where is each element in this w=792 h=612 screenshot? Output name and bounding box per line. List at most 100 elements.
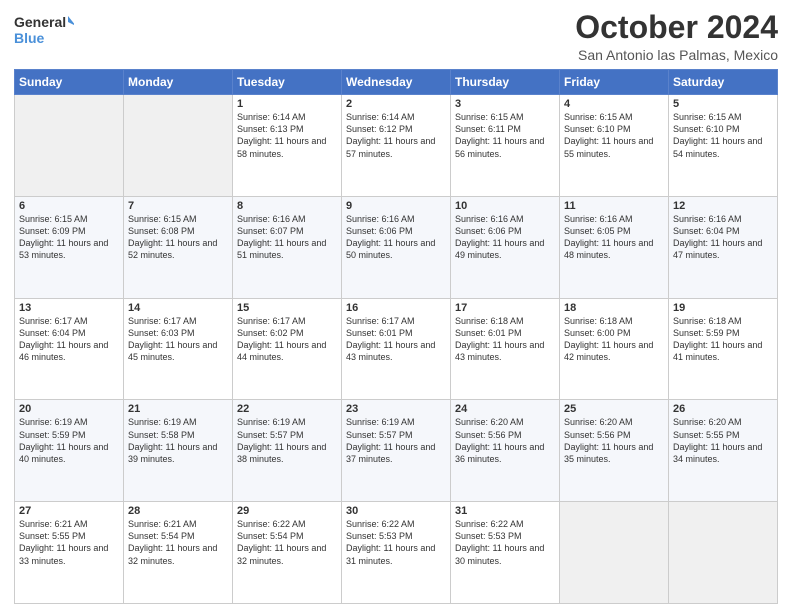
header-row: Sunday Monday Tuesday Wednesday Thursday…: [15, 70, 778, 95]
calendar-cell: 14 Sunrise: 6:17 AM Sunset: 6:03 PM Dayl…: [124, 298, 233, 400]
header: General Blue October 2024 San Antonio la…: [14, 10, 778, 63]
cell-info: Sunrise: 6:22 AM Sunset: 5:53 PM Dayligh…: [455, 518, 555, 567]
calendar-cell: 18 Sunrise: 6:18 AM Sunset: 6:00 PM Dayl…: [560, 298, 669, 400]
calendar-cell: 29 Sunrise: 6:22 AM Sunset: 5:54 PM Dayl…: [233, 502, 342, 604]
day-number: 9: [346, 200, 446, 212]
calendar-cell: 30 Sunrise: 6:22 AM Sunset: 5:53 PM Dayl…: [342, 502, 451, 604]
day-number: 12: [673, 200, 773, 212]
calendar-cell: 13 Sunrise: 6:17 AM Sunset: 6:04 PM Dayl…: [15, 298, 124, 400]
day-number: 29: [237, 505, 337, 517]
calendar-cell: [669, 502, 778, 604]
cell-info: Sunrise: 6:15 AM Sunset: 6:08 PM Dayligh…: [128, 213, 228, 262]
calendar-cell: 23 Sunrise: 6:19 AM Sunset: 5:57 PM Dayl…: [342, 400, 451, 502]
calendar-cell: [560, 502, 669, 604]
cell-info: Sunrise: 6:18 AM Sunset: 5:59 PM Dayligh…: [673, 315, 773, 364]
calendar-cell: 21 Sunrise: 6:19 AM Sunset: 5:58 PM Dayl…: [124, 400, 233, 502]
svg-text:General: General: [14, 14, 66, 30]
day-number: 4: [564, 98, 664, 110]
calendar-cell: 25 Sunrise: 6:20 AM Sunset: 5:56 PM Dayl…: [560, 400, 669, 502]
calendar-cell: 24 Sunrise: 6:20 AM Sunset: 5:56 PM Dayl…: [451, 400, 560, 502]
calendar-week-2: 6 Sunrise: 6:15 AM Sunset: 6:09 PM Dayli…: [15, 196, 778, 298]
col-friday: Friday: [560, 70, 669, 95]
day-number: 6: [19, 200, 119, 212]
cell-info: Sunrise: 6:14 AM Sunset: 6:12 PM Dayligh…: [346, 111, 446, 160]
day-number: 13: [19, 302, 119, 314]
cell-info: Sunrise: 6:19 AM Sunset: 5:57 PM Dayligh…: [346, 416, 446, 465]
cell-info: Sunrise: 6:16 AM Sunset: 6:06 PM Dayligh…: [346, 213, 446, 262]
cell-info: Sunrise: 6:16 AM Sunset: 6:04 PM Dayligh…: [673, 213, 773, 262]
day-number: 8: [237, 200, 337, 212]
svg-text:Blue: Blue: [14, 30, 45, 46]
cell-info: Sunrise: 6:18 AM Sunset: 6:01 PM Dayligh…: [455, 315, 555, 364]
cell-info: Sunrise: 6:20 AM Sunset: 5:56 PM Dayligh…: [455, 416, 555, 465]
calendar-cell: 27 Sunrise: 6:21 AM Sunset: 5:55 PM Dayl…: [15, 502, 124, 604]
logo: General Blue: [14, 10, 74, 48]
day-number: 19: [673, 302, 773, 314]
calendar-cell: 15 Sunrise: 6:17 AM Sunset: 6:02 PM Dayl…: [233, 298, 342, 400]
day-number: 5: [673, 98, 773, 110]
location: San Antonio las Palmas, Mexico: [575, 47, 778, 63]
cell-info: Sunrise: 6:19 AM Sunset: 5:58 PM Dayligh…: [128, 416, 228, 465]
day-number: 14: [128, 302, 228, 314]
page: General Blue October 2024 San Antonio la…: [0, 0, 792, 612]
day-number: 11: [564, 200, 664, 212]
cell-info: Sunrise: 6:20 AM Sunset: 5:55 PM Dayligh…: [673, 416, 773, 465]
logo-svg: General Blue: [14, 10, 74, 48]
calendar-table: Sunday Monday Tuesday Wednesday Thursday…: [14, 69, 778, 604]
calendar-cell: 2 Sunrise: 6:14 AM Sunset: 6:12 PM Dayli…: [342, 95, 451, 197]
calendar-cell: 22 Sunrise: 6:19 AM Sunset: 5:57 PM Dayl…: [233, 400, 342, 502]
day-number: 10: [455, 200, 555, 212]
day-number: 25: [564, 403, 664, 415]
day-number: 28: [128, 505, 228, 517]
cell-info: Sunrise: 6:21 AM Sunset: 5:55 PM Dayligh…: [19, 518, 119, 567]
calendar-cell: 8 Sunrise: 6:16 AM Sunset: 6:07 PM Dayli…: [233, 196, 342, 298]
calendar-cell: 16 Sunrise: 6:17 AM Sunset: 6:01 PM Dayl…: [342, 298, 451, 400]
col-sunday: Sunday: [15, 70, 124, 95]
calendar-cell: [15, 95, 124, 197]
cell-info: Sunrise: 6:17 AM Sunset: 6:04 PM Dayligh…: [19, 315, 119, 364]
cell-info: Sunrise: 6:15 AM Sunset: 6:11 PM Dayligh…: [455, 111, 555, 160]
cell-info: Sunrise: 6:15 AM Sunset: 6:09 PM Dayligh…: [19, 213, 119, 262]
cell-info: Sunrise: 6:21 AM Sunset: 5:54 PM Dayligh…: [128, 518, 228, 567]
calendar-cell: 20 Sunrise: 6:19 AM Sunset: 5:59 PM Dayl…: [15, 400, 124, 502]
calendar-cell: 26 Sunrise: 6:20 AM Sunset: 5:55 PM Dayl…: [669, 400, 778, 502]
calendar-cell: 10 Sunrise: 6:16 AM Sunset: 6:06 PM Dayl…: [451, 196, 560, 298]
calendar-cell: [124, 95, 233, 197]
calendar-cell: 17 Sunrise: 6:18 AM Sunset: 6:01 PM Dayl…: [451, 298, 560, 400]
calendar-cell: 19 Sunrise: 6:18 AM Sunset: 5:59 PM Dayl…: [669, 298, 778, 400]
col-thursday: Thursday: [451, 70, 560, 95]
day-number: 24: [455, 403, 555, 415]
calendar-cell: 31 Sunrise: 6:22 AM Sunset: 5:53 PM Dayl…: [451, 502, 560, 604]
month-title: October 2024: [575, 10, 778, 45]
cell-info: Sunrise: 6:22 AM Sunset: 5:54 PM Dayligh…: [237, 518, 337, 567]
day-number: 16: [346, 302, 446, 314]
cell-info: Sunrise: 6:17 AM Sunset: 6:01 PM Dayligh…: [346, 315, 446, 364]
cell-info: Sunrise: 6:14 AM Sunset: 6:13 PM Dayligh…: [237, 111, 337, 160]
day-number: 15: [237, 302, 337, 314]
cell-info: Sunrise: 6:17 AM Sunset: 6:02 PM Dayligh…: [237, 315, 337, 364]
calendar-week-3: 13 Sunrise: 6:17 AM Sunset: 6:04 PM Dayl…: [15, 298, 778, 400]
cell-info: Sunrise: 6:19 AM Sunset: 5:59 PM Dayligh…: [19, 416, 119, 465]
calendar-week-5: 27 Sunrise: 6:21 AM Sunset: 5:55 PM Dayl…: [15, 502, 778, 604]
cell-info: Sunrise: 6:18 AM Sunset: 6:00 PM Dayligh…: [564, 315, 664, 364]
calendar-week-4: 20 Sunrise: 6:19 AM Sunset: 5:59 PM Dayl…: [15, 400, 778, 502]
cell-info: Sunrise: 6:15 AM Sunset: 6:10 PM Dayligh…: [673, 111, 773, 160]
cell-info: Sunrise: 6:16 AM Sunset: 6:06 PM Dayligh…: [455, 213, 555, 262]
cell-info: Sunrise: 6:16 AM Sunset: 6:05 PM Dayligh…: [564, 213, 664, 262]
calendar-cell: 9 Sunrise: 6:16 AM Sunset: 6:06 PM Dayli…: [342, 196, 451, 298]
cell-info: Sunrise: 6:17 AM Sunset: 6:03 PM Dayligh…: [128, 315, 228, 364]
day-number: 21: [128, 403, 228, 415]
day-number: 23: [346, 403, 446, 415]
col-wednesday: Wednesday: [342, 70, 451, 95]
calendar-cell: 6 Sunrise: 6:15 AM Sunset: 6:09 PM Dayli…: [15, 196, 124, 298]
title-block: October 2024 San Antonio las Palmas, Mex…: [575, 10, 778, 63]
calendar-cell: 4 Sunrise: 6:15 AM Sunset: 6:10 PM Dayli…: [560, 95, 669, 197]
cell-info: Sunrise: 6:22 AM Sunset: 5:53 PM Dayligh…: [346, 518, 446, 567]
calendar-cell: 11 Sunrise: 6:16 AM Sunset: 6:05 PM Dayl…: [560, 196, 669, 298]
day-number: 31: [455, 505, 555, 517]
day-number: 17: [455, 302, 555, 314]
day-number: 26: [673, 403, 773, 415]
cell-info: Sunrise: 6:19 AM Sunset: 5:57 PM Dayligh…: [237, 416, 337, 465]
day-number: 2: [346, 98, 446, 110]
col-monday: Monday: [124, 70, 233, 95]
